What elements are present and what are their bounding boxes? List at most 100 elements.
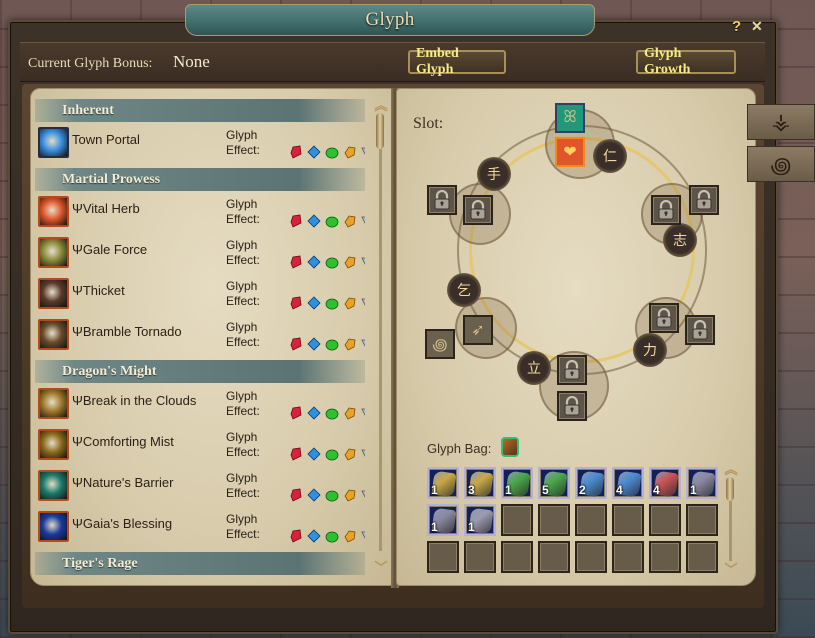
green-gem-icon[interactable] — [325, 145, 339, 159]
bag-scroll-thumb[interactable] — [726, 477, 734, 501]
bag-slot[interactable] — [501, 541, 533, 573]
blue-gem-icon[interactable] — [307, 255, 321, 269]
side-tab-swirl[interactable]: ꩜ — [747, 146, 815, 182]
scroll-down-icon[interactable]: ﹀ — [373, 561, 389, 575]
bag-slot[interactable]: 4 — [612, 467, 644, 499]
equipped-glyph-slot[interactable]: ꕤ — [555, 103, 585, 133]
green-gem-icon[interactable] — [325, 214, 339, 228]
bag-slot[interactable] — [612, 541, 644, 573]
bag-slot[interactable]: 1 — [464, 504, 496, 536]
skill-icon[interactable] — [38, 237, 69, 268]
silver-gem-icon[interactable] — [361, 296, 365, 310]
node-lii[interactable]: 立 — [517, 351, 551, 385]
locked-slot[interactable] — [557, 391, 587, 421]
blue-gem-icon[interactable] — [307, 529, 321, 543]
bag-slot[interactable]: 4 — [649, 467, 681, 499]
skill-row[interactable]: ΨBreak in the Clouds Glyph Effect: — [35, 386, 365, 427]
orange-gem-icon[interactable] — [343, 488, 357, 502]
orange-gem-icon[interactable] — [343, 529, 357, 543]
silver-gem-icon[interactable] — [361, 488, 365, 502]
red-gem-icon[interactable] — [289, 296, 303, 310]
bag-slot[interactable] — [427, 541, 459, 573]
silver-gem-icon[interactable] — [361, 255, 365, 269]
bag-slot[interactable]: 3 — [464, 467, 496, 499]
bag-slot[interactable] — [686, 504, 718, 536]
glyph-bag-icon[interactable] — [501, 437, 519, 457]
red-gem-icon[interactable] — [289, 255, 303, 269]
locked-slot[interactable] — [685, 315, 715, 345]
title-bar[interactable]: Glyph — [185, 4, 595, 36]
silver-gem-icon[interactable] — [361, 447, 365, 461]
bag-slot[interactable]: 1 — [686, 467, 718, 499]
green-gem-icon[interactable] — [325, 296, 339, 310]
green-gem-icon[interactable] — [325, 488, 339, 502]
skill-slot-arrow[interactable]: ➶ — [463, 315, 493, 345]
red-gem-icon[interactable] — [289, 529, 303, 543]
green-gem-icon[interactable] — [325, 529, 339, 543]
glyph-bag-scrollbar[interactable]: ︽ ﹀ — [721, 463, 741, 579]
skill-row[interactable]: ΨGaia's Blessing Glyph Effect: — [35, 509, 365, 550]
bag-slot[interactable]: 1 — [427, 504, 459, 536]
locked-slot[interactable] — [557, 355, 587, 385]
blue-gem-icon[interactable] — [307, 406, 321, 420]
node-li[interactable]: 力 — [633, 333, 667, 367]
tab-embed-glyph[interactable]: Embed Glyph — [408, 46, 506, 77]
orange-gem-icon[interactable] — [343, 145, 357, 159]
orange-gem-icon[interactable] — [343, 255, 357, 269]
green-gem-icon[interactable] — [325, 447, 339, 461]
blue-gem-icon[interactable] — [307, 214, 321, 228]
skill-icon[interactable] — [38, 511, 69, 542]
green-gem-icon[interactable] — [325, 255, 339, 269]
scroll-track[interactable] — [379, 131, 382, 551]
red-gem-icon[interactable] — [289, 406, 303, 420]
tab-glyph-growth[interactable]: Glyph Growth — [636, 46, 736, 77]
blue-gem-icon[interactable] — [307, 145, 321, 159]
red-gem-icon[interactable] — [289, 447, 303, 461]
orange-gem-icon[interactable] — [343, 337, 357, 351]
skill-slot-swirl[interactable]: ꩜ — [425, 329, 455, 359]
skill-icon[interactable] — [38, 388, 69, 419]
skill-row[interactable]: ΨThicket Glyph Effect: — [35, 276, 365, 317]
orange-gem-icon[interactable] — [343, 406, 357, 420]
red-gem-icon[interactable] — [289, 488, 303, 502]
blue-gem-icon[interactable] — [307, 296, 321, 310]
bag-slot[interactable] — [575, 541, 607, 573]
silver-gem-icon[interactable] — [361, 214, 365, 228]
locked-slot[interactable] — [427, 185, 457, 215]
bag-slot[interactable] — [501, 504, 533, 536]
orange-gem-icon[interactable] — [343, 214, 357, 228]
bag-scroll-top-icon[interactable]: ︽ — [723, 463, 739, 477]
skill-row[interactable]: ΨBramble Tornado Glyph Effect: — [35, 317, 365, 358]
bag-slot[interactable] — [575, 504, 607, 536]
bag-scroll-track[interactable] — [729, 491, 732, 561]
bag-slot[interactable] — [464, 541, 496, 573]
side-tab-arrow[interactable]: ⚶ — [747, 104, 815, 140]
blue-gem-icon[interactable] — [307, 488, 321, 502]
bag-slot[interactable] — [538, 541, 570, 573]
skill-row[interactable]: ΨGale Force Glyph Effect: — [35, 235, 365, 276]
scroll-top-icon[interactable]: ︽ — [373, 99, 389, 113]
locked-slot[interactable] — [649, 303, 679, 333]
orange-gem-icon[interactable] — [343, 447, 357, 461]
silver-gem-icon[interactable] — [361, 529, 365, 543]
bag-slot[interactable] — [612, 504, 644, 536]
orange-gem-icon[interactable] — [343, 296, 357, 310]
equipped-skill-slot[interactable]: ❤ — [555, 137, 585, 167]
skill-icon[interactable] — [38, 127, 69, 158]
blue-gem-icon[interactable] — [307, 447, 321, 461]
green-gem-icon[interactable] — [325, 406, 339, 420]
silver-gem-icon[interactable] — [361, 337, 365, 351]
skill-row[interactable]: ΨNature's Barrier Glyph Effect: — [35, 468, 365, 509]
node-ren[interactable]: 仁 — [593, 139, 627, 173]
skill-icon[interactable] — [38, 278, 69, 309]
skill-icon[interactable] — [38, 470, 69, 501]
bag-slot[interactable] — [686, 541, 718, 573]
locked-slot[interactable] — [651, 195, 681, 225]
red-gem-icon[interactable] — [289, 145, 303, 159]
bag-slot[interactable]: 5 — [538, 467, 570, 499]
help-button[interactable]: ? — [732, 18, 741, 35]
bag-slot[interactable]: 2 — [575, 467, 607, 499]
red-gem-icon[interactable] — [289, 337, 303, 351]
skill-row[interactable]: ΨVital Herb Glyph Effect: — [35, 194, 365, 235]
silver-gem-icon[interactable] — [361, 145, 365, 159]
